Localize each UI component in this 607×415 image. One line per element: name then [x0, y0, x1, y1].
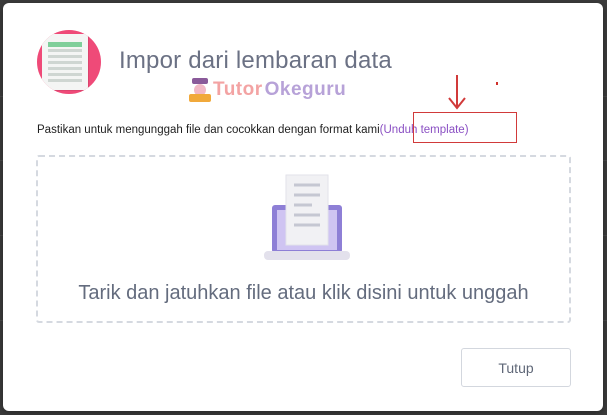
spreadsheet-icon: [37, 30, 101, 94]
watermark-text-part2: Okeguru: [264, 79, 347, 100]
annotation-dot: [496, 82, 498, 85]
spreadsheet-grid: [48, 49, 82, 85]
watermark-logo-icon: [189, 78, 211, 102]
watermark-logo-book: [189, 94, 211, 102]
annotation-highlight-box: [413, 112, 517, 143]
laptop-document-icon: [264, 174, 350, 260]
close-button[interactable]: Tutup: [461, 348, 571, 387]
instruction-label: Pastikan untuk mengunggah file dan cocok…: [37, 124, 380, 136]
dialog-title: Impor dari lembaran data: [119, 47, 392, 74]
file-dropzone[interactable]: Tarik dan jatuhkan file atau klik disini…: [36, 155, 571, 323]
red-arrow-annotation-icon: [448, 75, 466, 110]
spreadsheet-paper: [42, 34, 88, 90]
watermark: Tutor Okeguru: [189, 75, 346, 105]
import-dialog: Impor dari lembaran data Tutor Okeguru P…: [3, 3, 603, 411]
instruction-text: Pastikan untuk mengunggah file dan cocok…: [37, 124, 469, 136]
watermark-text-part1: Tutor: [213, 79, 263, 100]
dropzone-text: Tarik dan jatuhkan file atau klik disini…: [78, 282, 529, 304]
spreadsheet-header-row: [48, 42, 82, 47]
